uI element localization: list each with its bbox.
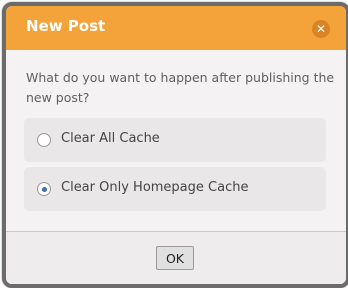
dialog-prompt: What do you want to happen after publish…	[26, 70, 335, 105]
option-label: Clear All Cache	[61, 131, 160, 146]
dialog-title: New Post	[26, 17, 106, 35]
close-icon[interactable]: ✕	[312, 20, 330, 38]
dialog-footer: OK	[6, 232, 346, 284]
new-post-dialog: New Post ✕ What do you want to happen af…	[2, 2, 348, 288]
radio-clear-all-cache[interactable]	[37, 133, 51, 147]
option-clear-all-cache[interactable]: Clear All Cache	[24, 118, 326, 162]
dialog-titlebar: New Post ✕	[6, 6, 346, 50]
ok-button[interactable]: OK	[156, 246, 194, 270]
option-label: Clear Only Homepage Cache	[61, 180, 249, 195]
option-clear-homepage-cache[interactable]: Clear Only Homepage Cache	[24, 167, 326, 211]
radio-clear-homepage-cache[interactable]	[37, 182, 51, 196]
